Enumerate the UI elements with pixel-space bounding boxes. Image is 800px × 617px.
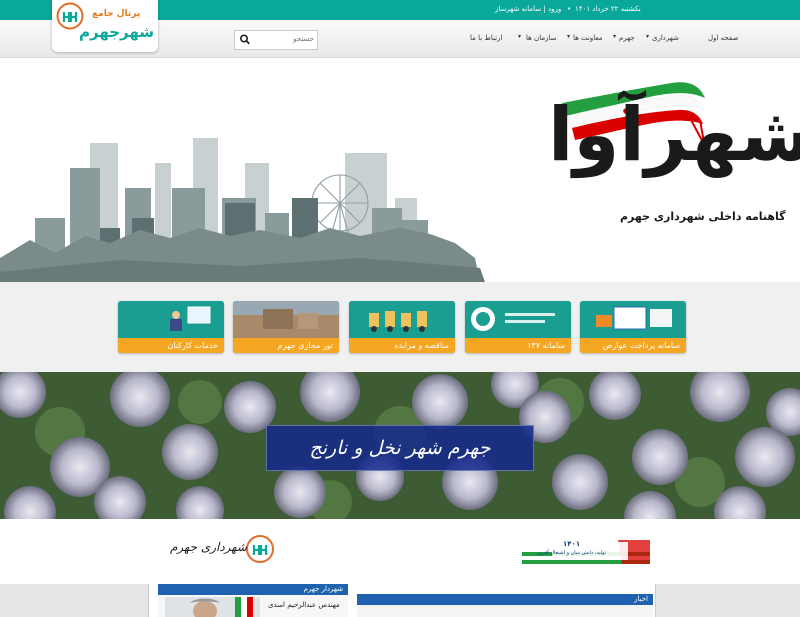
chevron-down-icon: ▾ (646, 33, 650, 40)
nav-item-contact[interactable]: ارتباط با ما (470, 34, 502, 42)
mayor-photo (165, 597, 260, 617)
logo-line2: شهرجهرم (79, 23, 155, 41)
nav-item-home[interactable]: صفحه اول (708, 34, 738, 42)
nav-item-deputies[interactable]: معاونت ها (573, 34, 603, 42)
banner-slogan-box: جهرم شهر نخل و نارنج (266, 425, 534, 471)
municipality-emblem-icon (246, 535, 274, 563)
banner-slogan: جهرم شهر نخل و نارنج (309, 437, 491, 459)
year-title: ۱۴۰۱ (563, 540, 581, 548)
mayor-name: مهندس عبدالرحیم اسدی (268, 601, 340, 609)
logo-line1: پرتال جامع (92, 9, 141, 19)
partner-logos-row: ۱۴۰۱ تولید، دانش بنیان و اشتغال آفرین شه… (0, 519, 800, 584)
hero-subtitle: گاهنامه داخلی شهرداری جهرم (620, 210, 786, 223)
mayor-header: شهردار جهرم (158, 584, 348, 595)
chevron-down-icon: ▾ (567, 33, 571, 40)
service-card-virtual-tour[interactable]: تور مجازی جهرم (233, 301, 339, 353)
service-label: سامانه ۱۳۷ (465, 338, 571, 353)
city-hall-signature: شهرداری جهرم (170, 540, 247, 554)
search-icon (240, 34, 250, 45)
tenders-image (349, 301, 455, 338)
service-label: تور مجازی جهرم (233, 338, 339, 353)
chevron-down-icon: ▾ (613, 33, 617, 40)
date-text: یکشنبه ۲۲ خرداد ۱۴۰۱ (575, 5, 641, 13)
staff-services-image (118, 301, 224, 338)
hero-title: شهرآوا (548, 92, 800, 178)
service-label: سامانه پرداخت عوارض (580, 338, 686, 353)
service-card-137[interactable]: سامانه ۱۳۷ (465, 301, 571, 353)
system-137-image (465, 301, 571, 338)
virtual-tour-image (233, 301, 339, 338)
service-card-tenders[interactable]: مناقصه و مزایده (349, 301, 455, 353)
search-input[interactable] (256, 31, 314, 47)
hero-banner: شهرآوا گاهنامه داخلی شهرداری جهرم (0, 58, 800, 282)
nav-item-municipality[interactable]: شهرداری (652, 34, 679, 42)
site-logo[interactable]: پرتال جامع شهرجهرم (52, 0, 158, 52)
news-header: اخبار (357, 594, 653, 605)
service-card-staff[interactable]: خدمات کارکنان (118, 301, 224, 353)
search-button[interactable] (236, 31, 254, 48)
chevron-down-icon: ▾ (518, 33, 522, 40)
bottom-section: اخبار شهردار جهرم مهندس عبدالرحیم اسدی (0, 584, 800, 617)
login-link[interactable]: ورود | سامانه شهرساز (495, 5, 561, 13)
news-list (357, 605, 653, 617)
fee-payment-image (580, 301, 686, 338)
service-label: خدمات کارکنان (118, 338, 224, 353)
service-card-fees[interactable]: سامانه پرداخت عوارض (580, 301, 686, 353)
service-label: مناقصه و مزایده (349, 338, 455, 353)
year-subtitle: تولید، دانش بنیان و اشتغال آفرین (537, 550, 606, 556)
nav-item-jahrom[interactable]: جهرم (619, 34, 635, 42)
nav-item-organizations[interactable]: سازمان ها (526, 34, 556, 42)
